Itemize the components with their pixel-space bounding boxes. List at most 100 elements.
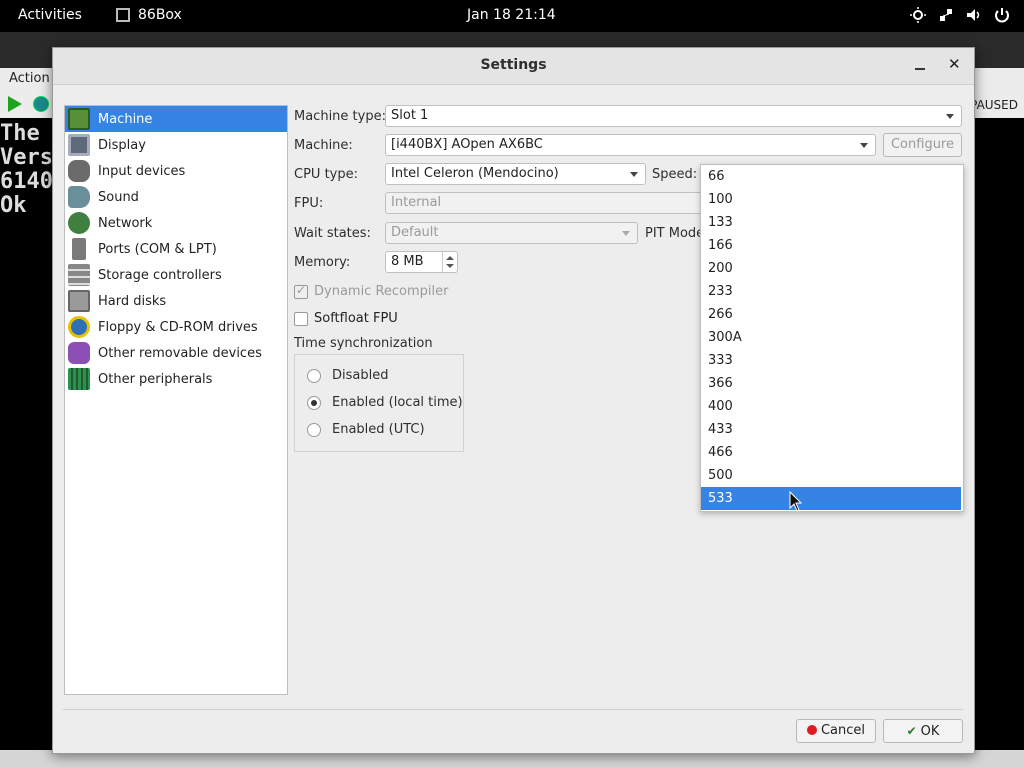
sidebar-item-label: Storage controllers <box>98 267 222 283</box>
machine-label: Machine: <box>294 138 353 153</box>
sidebar-item-label: Display <box>98 137 146 153</box>
memory-spinbox[interactable]: 8 MB <box>385 251 458 273</box>
speed-option[interactable]: 300A <box>701 326 961 349</box>
time-sync-local-radio[interactable]: Enabled (local time) <box>307 395 463 410</box>
configure-button[interactable]: Configure <box>883 133 962 157</box>
speed-option-selected[interactable]: 533 <box>701 487 961 510</box>
activities-button[interactable]: Activities <box>18 7 82 23</box>
sidebar-item-hard-disks[interactable]: Hard disks <box>65 288 287 314</box>
speed-option[interactable]: 166 <box>701 234 961 257</box>
checkmark-icon: ✓ <box>296 282 307 297</box>
memory-stepper[interactable] <box>442 252 457 272</box>
speed-label: Speed: <box>652 167 698 182</box>
play-icon[interactable] <box>8 96 22 112</box>
sidebar-item-label: Sound <box>98 189 139 205</box>
settings-sidebar: Machine Display Input devices Sound Netw… <box>64 105 288 695</box>
speed-option[interactable]: 66 <box>701 165 961 188</box>
close-icon[interactable]: ✕ <box>948 55 961 73</box>
status-paused: PAUSED <box>970 98 1018 112</box>
speed-option[interactable]: 366 <box>701 372 961 395</box>
sidebar-item-other-peripherals[interactable]: Other peripherals <box>65 366 287 392</box>
chevron-down-icon <box>946 114 954 119</box>
sidebar-item-label: Hard disks <box>98 293 167 309</box>
app-name: 86Box <box>138 7 182 23</box>
chevron-down-icon <box>622 231 630 236</box>
sidebar-item-label: Input devices <box>98 163 186 179</box>
speed-option[interactable]: 466 <box>701 441 961 464</box>
ok-button[interactable]: ✔ OK <box>883 719 963 743</box>
sidebar-item-label: Other removable devices <box>98 345 262 361</box>
sidebar-item-display[interactable]: Display <box>65 132 287 158</box>
radio-label: Enabled (local time) <box>332 395 463 410</box>
cpu-type-label: CPU type: <box>294 167 358 182</box>
fpu-value: Internal <box>391 195 442 210</box>
hard-disks-icon <box>68 290 90 312</box>
network-icon <box>68 212 90 234</box>
clock[interactable]: Jan 18 21:14 <box>467 7 556 23</box>
app-menu[interactable]: 86Box <box>116 7 182 23</box>
reset-icon[interactable] <box>33 96 49 112</box>
speed-option[interactable]: 400 <box>701 395 961 418</box>
input-devices-icon <box>68 160 90 182</box>
speed-option[interactable]: 233 <box>701 280 961 303</box>
sidebar-item-input-devices[interactable]: Input devices <box>65 158 287 184</box>
volume-icon <box>966 7 982 23</box>
checkbox-box <box>294 311 308 326</box>
sound-icon <box>68 186 90 208</box>
dialog-separator <box>63 709 963 710</box>
speed-option[interactable]: 100 <box>701 188 961 211</box>
machine-type-value: Slot 1 <box>391 108 429 123</box>
checkbox-box: ✓ <box>294 282 308 299</box>
removable-devices-icon <box>68 342 90 364</box>
radio-dot <box>311 399 317 406</box>
sidebar-item-storage-controllers[interactable]: Storage controllers <box>65 262 287 288</box>
sidebar-item-ports[interactable]: Ports (COM & LPT) <box>65 236 287 262</box>
cpu-type-select[interactable]: Intel Celeron (Mendocino) <box>385 163 646 185</box>
wait-states-select[interactable]: Default <box>385 222 638 244</box>
network-status-icon <box>938 7 954 23</box>
sidebar-item-network[interactable]: Network <box>65 210 287 236</box>
machine-type-label: Machine type: <box>294 109 386 124</box>
radio-circle <box>307 395 321 410</box>
up-arrow-icon <box>446 256 454 260</box>
sidebar-item-label: Ports (COM & LPT) <box>98 241 217 257</box>
chevron-down-icon <box>630 172 638 177</box>
mouse-pointer-icon <box>789 491 803 512</box>
speed-option[interactable]: 500 <box>701 464 961 487</box>
speed-option[interactable]: 333 <box>701 349 961 372</box>
wait-states-value: Default <box>391 225 439 240</box>
cancel-button[interactable]: Cancel <box>796 719 876 743</box>
time-sync-utc-radio[interactable]: Enabled (UTC) <box>307 422 425 437</box>
system-tray[interactable] <box>910 7 1010 23</box>
wait-states-label: Wait states: <box>294 226 371 241</box>
sidebar-item-removable-devices[interactable]: Other removable devices <box>65 340 287 366</box>
ok-icon: ✔ <box>906 724 917 738</box>
storage-controllers-icon <box>68 264 90 286</box>
sidebar-item-floppy-cdrom[interactable]: Floppy & CD-ROM drives <box>65 314 287 340</box>
speed-option[interactable]: 133 <box>701 211 961 234</box>
dynamic-recompiler-checkbox[interactable]: ✓ Dynamic Recompiler <box>294 282 449 299</box>
speed-option[interactable]: 266 <box>701 303 961 326</box>
cancel-icon <box>806 725 817 735</box>
machine-icon <box>68 108 90 130</box>
fpu-select[interactable]: Internal <box>385 192 715 214</box>
sidebar-item-machine[interactable]: Machine <box>65 106 287 132</box>
machine-select[interactable]: [i440BX] AOpen AX6BC <box>385 134 876 156</box>
sidebar-item-sound[interactable]: Sound <box>65 184 287 210</box>
radio-label: Disabled <box>332 368 389 383</box>
speed-option[interactable]: 200 <box>701 257 961 280</box>
chevron-down-icon <box>860 143 868 148</box>
minimize-icon[interactable] <box>915 54 927 74</box>
menu-action[interactable]: Action <box>9 71 50 86</box>
pit-mode-label: PIT Mode <box>645 226 705 241</box>
softfloat-fpu-checkbox[interactable]: Softfloat FPU <box>294 311 398 326</box>
power-icon <box>994 7 1010 23</box>
machine-type-select[interactable]: Slot 1 <box>385 105 962 127</box>
dynamic-recompiler-label: Dynamic Recompiler <box>314 284 449 299</box>
fpu-label: FPU: <box>294 196 324 211</box>
time-sync-disabled-radio[interactable]: Disabled <box>307 368 388 383</box>
speed-option[interactable]: 433 <box>701 418 961 441</box>
floppy-cdrom-icon <box>68 316 90 338</box>
ports-icon <box>72 238 86 260</box>
brightness-icon <box>910 7 926 23</box>
